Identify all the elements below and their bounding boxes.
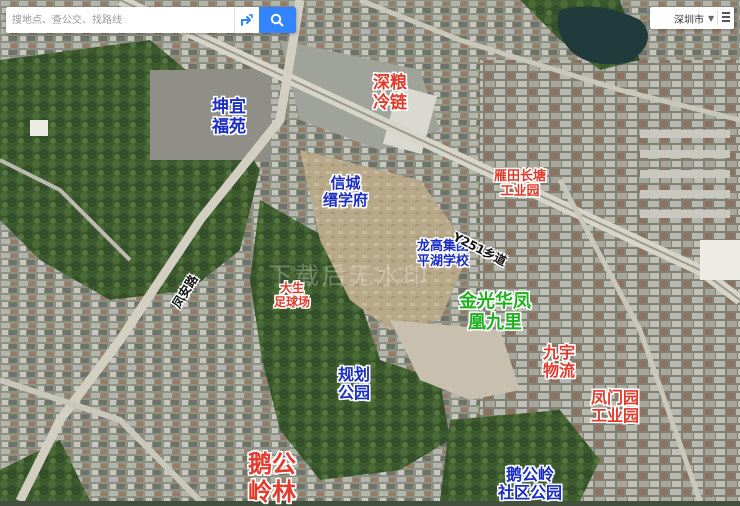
place-label-line: 雁田长塘 xyxy=(494,169,547,184)
place-label-line: 物流 xyxy=(543,361,576,381)
place-label-xincheng-xixuefu[interactable]: 信城 缙学府 xyxy=(323,174,369,210)
place-label-line: 冷链 xyxy=(373,92,407,113)
place-label-line: 鹅公 xyxy=(248,450,296,478)
place-label-line: 平湖学校 xyxy=(417,253,470,269)
place-label-fengmenyuan[interactable]: 凤门园 工业园 xyxy=(591,388,640,426)
place-label-line: 信城 xyxy=(330,174,361,192)
place-label-shenliang-lenglian[interactable]: 深粮 冷链 xyxy=(373,73,407,113)
place-label-guihua-park[interactable]: 规划 公园 xyxy=(338,365,371,403)
place-label-line: 凰九里 xyxy=(468,311,522,333)
place-label-line: 福苑 xyxy=(212,116,246,137)
place-label-egong-linghu[interactable]: 鹅公 岭林 xyxy=(248,450,296,506)
place-label-line: 大生 xyxy=(280,281,305,295)
place-label-line: 社区公园 xyxy=(498,483,563,503)
place-label-line: 缙学府 xyxy=(323,191,369,210)
place-label-line: 岭林 xyxy=(248,477,296,506)
place-label-line: 深粮 xyxy=(373,73,407,93)
search-icon xyxy=(271,13,284,27)
place-label-line: 公园 xyxy=(338,383,371,403)
search-button[interactable] xyxy=(258,7,296,33)
menu-icon[interactable] xyxy=(722,12,730,24)
place-label-yantian-changtang[interactable]: 雁田长塘 工业园 xyxy=(494,169,547,200)
chevron-down-icon: ▼ xyxy=(708,13,715,23)
place-label-jinguang-huafeng[interactable]: 金光华凤 凰九里 xyxy=(459,291,531,333)
place-label-egongling-park[interactable]: 鹅公岭 社区公园 xyxy=(498,465,563,503)
place-label-line: 凤门园 xyxy=(591,388,640,407)
route-icon xyxy=(240,14,253,26)
route-button[interactable] xyxy=(234,7,259,33)
search-input[interactable] xyxy=(6,8,235,32)
city-selector[interactable]: 深圳市 ▼ xyxy=(650,7,734,29)
place-label-line: 规划 xyxy=(338,365,371,384)
place-label-dasheng-field[interactable]: 大生 足球场 xyxy=(274,281,311,310)
place-label-line: 坤宜 xyxy=(212,97,246,117)
place-label-line: 工业园 xyxy=(591,406,640,426)
search-bar xyxy=(6,7,296,33)
place-label-line: 工业园 xyxy=(500,183,540,199)
place-label-line: 足球场 xyxy=(274,294,311,309)
divider xyxy=(717,11,718,25)
city-name: 深圳市 xyxy=(674,14,704,26)
place-label-jiuyu-wuliu[interactable]: 九宇 物流 xyxy=(543,343,576,381)
satellite-map[interactable] xyxy=(0,0,740,501)
place-label-line: 九宇 xyxy=(543,343,576,362)
place-label-line: 金光华凤 xyxy=(459,291,531,312)
place-label-kunyi-fuyuan[interactable]: 坤宜 福苑 xyxy=(212,97,246,137)
place-label-line: 鹅公岭 xyxy=(506,465,555,484)
